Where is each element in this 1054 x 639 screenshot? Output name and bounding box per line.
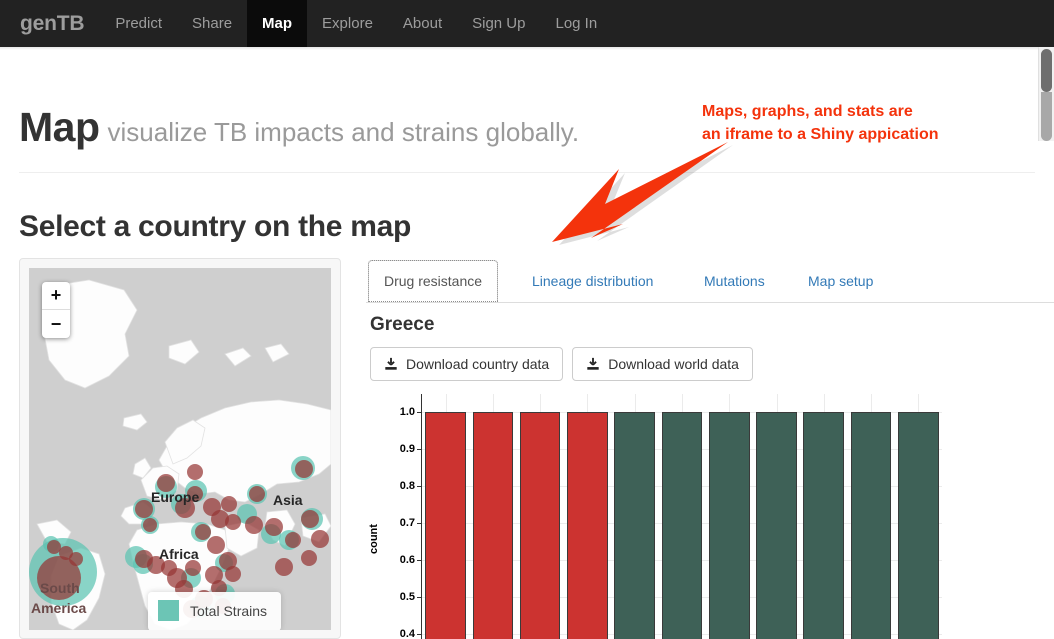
download-button-row: Download country data Download world dat… — [370, 347, 753, 381]
content-top-shadow — [0, 47, 1038, 50]
y-tick-label: 0.8 — [399, 480, 415, 492]
chart-bar[interactable] — [519, 412, 561, 639]
section-title: Select a country on the map — [19, 210, 411, 243]
map-legend: Total Strains — [148, 592, 282, 630]
nav-item-about[interactable]: About — [388, 0, 457, 47]
tab-drug-resistance[interactable]: Drug resistance — [368, 260, 499, 302]
annotation-line-1: Maps, graphs, and stats are — [702, 103, 913, 120]
chart-bar[interactable] — [803, 412, 845, 639]
chart-plot-area — [422, 394, 942, 639]
map-marker[interactable] — [221, 496, 237, 512]
chart-bar[interactable] — [850, 412, 892, 639]
tab-lineage-distribution[interactable]: Lineage distribution — [517, 261, 668, 301]
vertical-scrollbar-thumb[interactable] — [1041, 49, 1052, 92]
download-icon — [587, 357, 599, 370]
country-title: Greece — [370, 314, 435, 335]
top-navbar: genTB Predict Share Map Explore About Si… — [0, 0, 1054, 47]
map-marker[interactable] — [275, 558, 293, 576]
y-tick-label: 0.5 — [399, 591, 415, 603]
world-map[interactable]: + − Europe Asia Africa South America Tot… — [29, 268, 331, 630]
map-zoom-in-button[interactable]: + — [42, 282, 70, 310]
chart-bar[interactable] — [661, 412, 703, 639]
chart-bar[interactable] — [614, 412, 656, 639]
download-world-data-button[interactable]: Download world data — [572, 347, 753, 381]
map-marker[interactable] — [225, 514, 241, 530]
download-world-data-label: Download world data — [608, 356, 739, 372]
map-marker[interactable] — [295, 460, 313, 478]
annotation-text: Maps, graphs, and stats are an iframe to… — [702, 100, 939, 146]
map-marker[interactable] — [207, 536, 225, 554]
map-marker[interactable] — [245, 516, 263, 534]
chart-y-axis: 1.0 0.9 0.8 0.7 0.6 0.5 0.4 — [371, 394, 415, 639]
download-icon — [385, 357, 397, 370]
map-marker[interactable] — [301, 550, 317, 566]
download-country-data-button[interactable]: Download country data — [370, 347, 564, 381]
nav-item-map[interactable]: Map — [247, 0, 308, 47]
y-tick-label: 0.7 — [399, 517, 415, 529]
page-title-main: Map — [19, 104, 100, 150]
page-root: genTB Predict Share Map Explore About Si… — [0, 0, 1054, 639]
map-marker-large[interactable] — [37, 556, 81, 600]
map-marker[interactable] — [195, 524, 211, 540]
shiny-iframe-area: Drug resistance Lineage distribution Mut… — [366, 258, 1054, 639]
nav-item-explore[interactable]: Explore — [307, 0, 388, 47]
map-marker[interactable] — [185, 560, 201, 576]
map-marker[interactable] — [187, 464, 203, 480]
chart-bar[interactable] — [472, 412, 514, 639]
map-marker[interactable] — [285, 532, 301, 548]
map-marker[interactable] — [265, 518, 283, 536]
map-marker[interactable] — [225, 566, 241, 582]
y-tick-label: 0.9 — [399, 443, 415, 455]
map-marker[interactable] — [157, 474, 175, 492]
y-tick-label: 0.4 — [399, 628, 415, 639]
map-zoom-control[interactable]: + − — [42, 282, 70, 338]
chart-bar[interactable] — [708, 412, 750, 639]
chart-bar[interactable] — [425, 412, 466, 639]
header-divider — [19, 172, 1035, 173]
nav-item-signup[interactable]: Sign Up — [457, 0, 540, 47]
tab-map-setup[interactable]: Map setup — [793, 261, 888, 301]
map-marker[interactable] — [135, 500, 153, 518]
chart-bar[interactable] — [756, 412, 797, 639]
legend-label-total-strains: Total Strains — [190, 602, 268, 619]
download-country-data-label: Download country data — [406, 356, 550, 372]
map-marker[interactable] — [311, 530, 329, 548]
chart-bar[interactable] — [567, 412, 608, 639]
chart-bar[interactable] — [898, 412, 939, 639]
page-subtitle: visualize TB impacts and strains globall… — [107, 117, 580, 147]
nav-item-login[interactable]: Log In — [540, 0, 612, 47]
brand-gentb[interactable]: genTB — [0, 0, 100, 47]
map-marker[interactable] — [143, 518, 157, 532]
map-panel[interactable]: + − Europe Asia Africa South America Tot… — [19, 258, 341, 639]
nav-item-share[interactable]: Share — [177, 0, 247, 47]
map-marker[interactable] — [301, 510, 319, 528]
nav-item-predict[interactable]: Predict — [100, 0, 177, 47]
map-marker[interactable] — [175, 498, 195, 518]
drug-resistance-bar-chart: count 1.0 0.9 0.8 0.7 0.6 0.5 0.4 — [366, 394, 1054, 639]
legend-swatch-total-strains — [158, 600, 179, 621]
arrow-down-left-icon — [552, 142, 733, 245]
vertical-scrollbar-thumb-lower[interactable] — [1041, 92, 1052, 141]
map-zoom-out-button[interactable]: − — [42, 310, 70, 338]
tab-mutations[interactable]: Mutations — [689, 261, 780, 301]
map-marker[interactable] — [249, 486, 265, 502]
y-tick-label: 1.0 — [399, 406, 415, 418]
y-tick-label: 0.6 — [399, 554, 415, 566]
tab-bar: Drug resistance Lineage distribution Mut… — [366, 258, 1054, 303]
page-title: Map visualize TB impacts and strains glob… — [19, 104, 579, 151]
